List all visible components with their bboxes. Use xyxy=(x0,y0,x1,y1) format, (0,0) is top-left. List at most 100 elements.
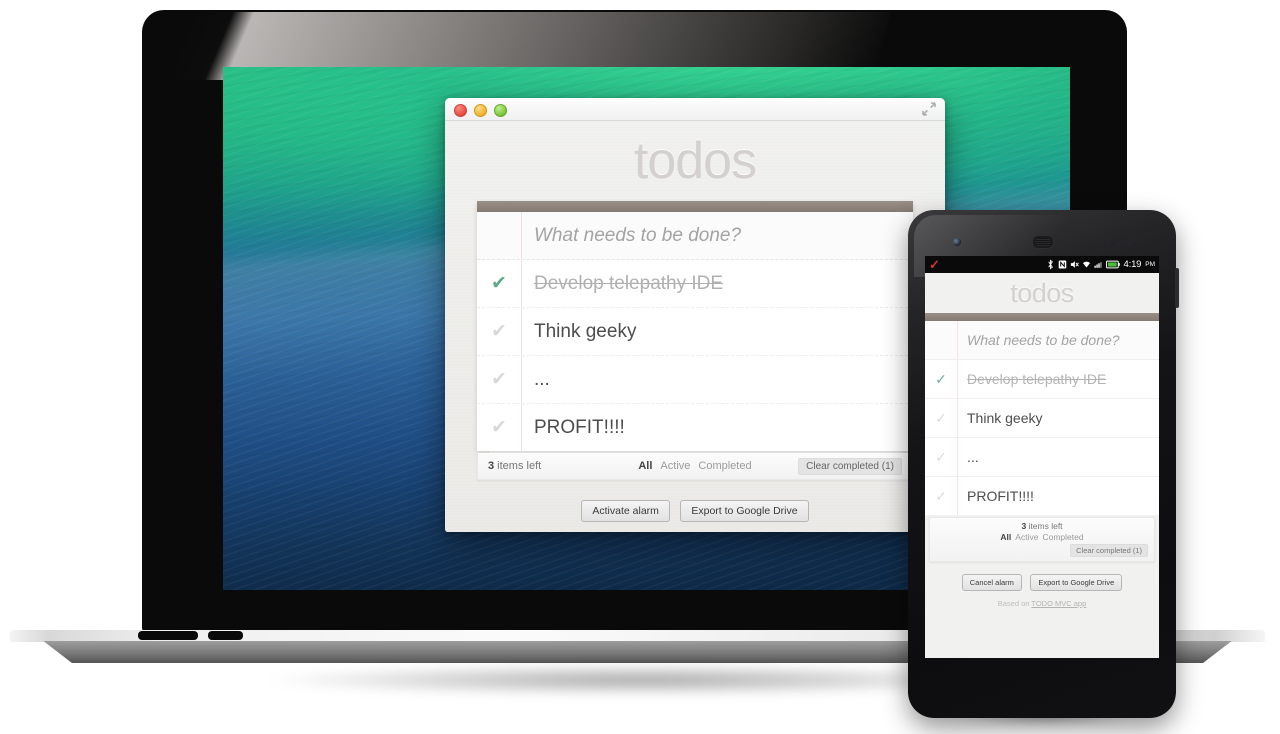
action-buttons: Activate alarm Export to Google Drive xyxy=(445,500,945,522)
phone-toggle-checkmark-icon[interactable]: ✓ xyxy=(925,450,957,464)
phone-todo-label[interactable]: PROFIT!!!! xyxy=(957,488,1159,504)
table-row[interactable]: ✔ Develop telepathy IDE xyxy=(477,260,913,308)
margin-line xyxy=(521,260,522,307)
android-status-bar: ✓ 4:19 PM xyxy=(925,256,1159,273)
toggle-all-bar[interactable] xyxy=(477,201,913,212)
phone-toggle-checkmark-icon[interactable]: ✓ xyxy=(925,411,957,425)
margin-line xyxy=(521,356,522,403)
filter-active[interactable]: Active xyxy=(660,460,690,472)
close-button[interactable] xyxy=(454,104,467,117)
phone-table-row[interactable]: ✓ PROFIT!!!! xyxy=(925,477,1159,515)
phone-credit-prefix: Based on xyxy=(997,599,1032,608)
phone-table-row[interactable]: ✓ ... xyxy=(925,438,1159,477)
phone-device: ✓ 4:19 PM todos What needs to be done? ✓… xyxy=(908,210,1179,728)
phone-items-left-label: items left xyxy=(1026,521,1063,531)
margin-line xyxy=(521,404,522,451)
traffic-light-buttons xyxy=(454,104,507,117)
phone-new-todo-row[interactable]: What needs to be done? xyxy=(925,321,1159,360)
todo-list-card: What needs to be done? ✔ Develop telepat… xyxy=(477,201,913,451)
activate-alarm-button[interactable]: Activate alarm xyxy=(581,500,670,522)
scene: todos What needs to be done? ✔ Develop t… xyxy=(0,0,1280,734)
minimize-button[interactable] xyxy=(474,104,487,117)
signal-icon xyxy=(1093,262,1102,268)
todo-label[interactable]: ... xyxy=(521,369,913,391)
table-row[interactable]: ✔ ... xyxy=(477,356,913,404)
export-to-google-drive-button[interactable]: Export to Google Drive xyxy=(680,500,809,522)
phone-filter-all[interactable]: All xyxy=(1000,532,1011,542)
mac-app-window[interactable]: todos What needs to be done? ✔ Develop t… xyxy=(445,98,945,532)
todo-label[interactable]: Think geeky xyxy=(521,321,913,343)
power-button[interactable] xyxy=(1175,268,1179,308)
phone-margin-line xyxy=(957,360,958,398)
phone-margin-line xyxy=(957,321,958,359)
red-checkmark-icon: ✓ xyxy=(929,257,940,272)
phone-todo-label[interactable]: ... xyxy=(957,449,1159,465)
window-titlebar[interactable] xyxy=(445,98,945,121)
status-meridiem: PM xyxy=(1145,261,1155,268)
filter-completed[interactable]: Completed xyxy=(698,460,751,472)
zoom-button[interactable] xyxy=(494,104,507,117)
phone-table-row[interactable]: ✓ Think geeky xyxy=(925,399,1159,438)
margin-line xyxy=(521,212,522,259)
table-row[interactable]: ✔ PROFIT!!!! xyxy=(477,404,913,451)
phone-margin-line xyxy=(957,438,958,476)
status-notifications: ✓ xyxy=(929,258,1046,271)
phone-margin-line xyxy=(957,399,958,437)
phone-body: ✓ 4:19 PM todos What needs to be done? ✓… xyxy=(908,210,1179,718)
phone-todo-footer: 3 items left All Active Completed Clear co… xyxy=(929,517,1155,562)
phone-todomvc-link[interactable]: TODO MVC app xyxy=(1031,599,1086,608)
phone-new-todo-input[interactable]: What needs to be done? xyxy=(957,332,1159,348)
phone-screen: ✓ 4:19 PM todos What needs to be done? ✓… xyxy=(925,256,1159,658)
phone-cancel-alarm-button[interactable]: Cancel alarm xyxy=(961,574,1022,591)
table-row[interactable]: ✔ Think geeky xyxy=(477,308,913,356)
battery-icon xyxy=(1105,260,1120,269)
earpiece-speaker-icon xyxy=(1032,235,1054,249)
status-system-icons: 4:19 PM xyxy=(1046,259,1155,270)
laptop-port-right xyxy=(208,631,243,640)
phone-toggle-checkmark-icon[interactable]: ✓ xyxy=(925,372,957,386)
toggle-checkmark-icon[interactable]: ✔ xyxy=(477,274,521,293)
phone-action-buttons: Cancel alarm Export to Google Drive xyxy=(925,572,1159,591)
phone-toggle-all-bar[interactable] xyxy=(925,313,1159,321)
phone-toggle-checkmark-icon[interactable]: ✓ xyxy=(925,489,957,503)
phone-filter-group: All Active Completed xyxy=(936,532,1148,542)
phone-clear-completed-wrap: Clear completed (1) xyxy=(936,544,1148,557)
new-todo-row[interactable]: What needs to be done? xyxy=(477,212,913,260)
bluetooth-icon xyxy=(1047,259,1053,270)
phone-export-to-google-drive-button[interactable]: Export to Google Drive xyxy=(1030,574,1123,591)
todo-footer: 3 items left All Active Completed Clear co… xyxy=(477,453,913,480)
phone-items-left-counter: 3 items left xyxy=(936,521,1148,531)
app-title: todos xyxy=(633,132,757,190)
margin-line xyxy=(521,308,522,355)
front-camera-icon xyxy=(953,238,961,246)
phone-todo-label[interactable]: Develop telepathy IDE xyxy=(957,371,1159,387)
toggle-checkmark-icon[interactable]: ✔ xyxy=(477,322,521,341)
nfc-icon xyxy=(1058,260,1066,269)
todo-app-body: todos What needs to be done? ✔ Develop t… xyxy=(445,121,945,532)
clear-completed-button[interactable]: Clear completed (1) xyxy=(798,457,902,475)
phone-filter-active[interactable]: Active xyxy=(1015,532,1038,542)
todo-label[interactable]: Develop telepathy IDE xyxy=(521,273,913,295)
todo-label[interactable]: PROFIT!!!! xyxy=(521,417,913,439)
phone-todo-label[interactable]: Think geeky xyxy=(957,410,1159,426)
items-left-counter: 3 items left xyxy=(488,460,625,472)
items-left-label: items left xyxy=(494,460,542,472)
status-time: 4:19 xyxy=(1123,259,1142,270)
laptop-port-left xyxy=(138,631,198,640)
mute-icon xyxy=(1070,261,1079,268)
phone-credit-line: Based on TODO MVC app xyxy=(925,599,1159,608)
phone-margin-line xyxy=(957,477,958,515)
toggle-checkmark-icon[interactable]: ✔ xyxy=(477,370,521,389)
phone-clear-completed-button[interactable]: Clear completed (1) xyxy=(1070,544,1148,557)
phone-table-row[interactable]: ✓ Develop telepathy IDE xyxy=(925,360,1159,399)
wifi-icon xyxy=(1082,261,1090,268)
filter-all[interactable]: All xyxy=(638,460,652,472)
sensor-array-icon xyxy=(1106,241,1140,245)
toggle-checkmark-icon[interactable]: ✔ xyxy=(477,418,521,437)
new-todo-input[interactable]: What needs to be done? xyxy=(521,225,913,247)
clear-completed-wrap: Clear completed (1) xyxy=(765,457,902,475)
phone-filter-completed[interactable]: Completed xyxy=(1042,532,1083,542)
filter-group: All Active Completed xyxy=(625,460,766,472)
expand-arrows-icon[interactable] xyxy=(922,102,936,116)
phone-app-title: todos xyxy=(1010,278,1074,308)
